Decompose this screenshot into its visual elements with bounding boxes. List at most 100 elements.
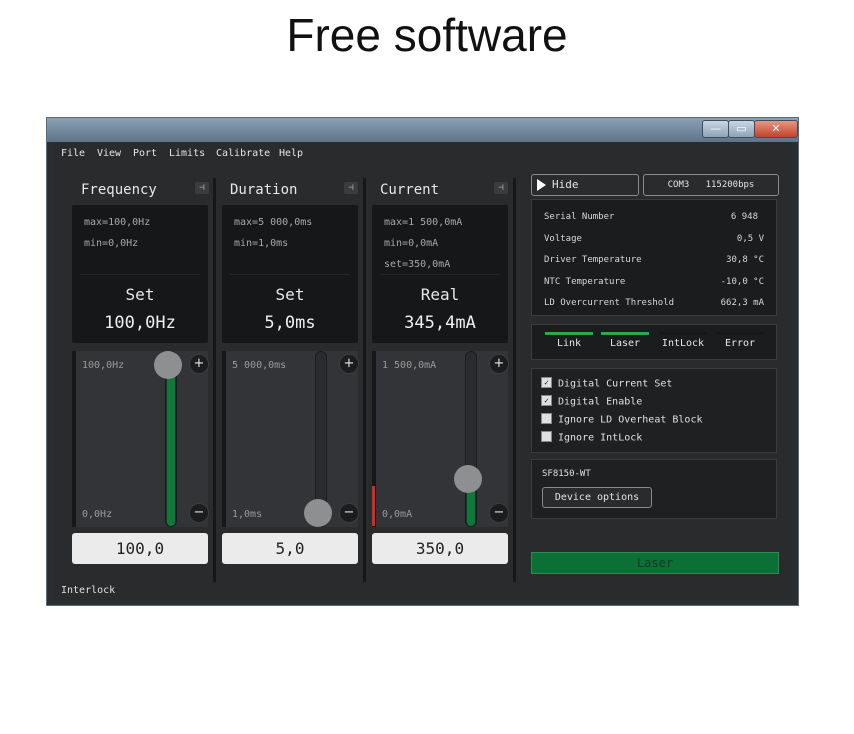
panel-title: Current [380, 182, 440, 198]
increase-button[interactable]: + [489, 354, 509, 374]
mode-label: Real [420, 285, 460, 304]
device-options-button[interactable]: Device options [542, 487, 652, 508]
info-value: -10,0 °C [720, 277, 764, 287]
column-separator [213, 178, 216, 582]
option-ignore-intlock[interactable]: Ignore IntLock [541, 431, 643, 444]
max-limit: max=100,0Hz [84, 217, 151, 228]
slider-fill [467, 488, 475, 526]
option-label: Digital Current Set [558, 378, 673, 390]
hide-controls-button[interactable]: Hide controls [531, 174, 639, 211]
scale-min-label: 0,0mA [382, 509, 413, 520]
status-bar-text: Interlock [61, 585, 116, 596]
duration-info-box: max=5 000,0ms min=1,0ms Set 5,0ms [222, 205, 358, 343]
status-label: Error [724, 338, 756, 349]
decrease-button[interactable]: − [489, 503, 509, 523]
column-separator [513, 178, 516, 582]
laser-button[interactable]: Laser [531, 552, 779, 574]
status-label: IntLock [661, 338, 705, 349]
menu-calibrate[interactable]: Calibrate [216, 148, 270, 159]
close-button[interactable]: ✕ [754, 120, 798, 138]
display-value: 5,0ms [264, 313, 316, 333]
menu-help[interactable]: Help [279, 148, 303, 159]
status-laser: Laser [599, 332, 651, 356]
option-ignore-ld-overheat[interactable]: Ignore LD Overheat Block [541, 413, 703, 426]
current-info-box: max=1 500,0mA min=0,0mA set=350,0mA Real… [372, 205, 508, 343]
info-value: 30,8 °C [726, 255, 764, 265]
slider-track[interactable] [465, 351, 477, 527]
frequency-slider: 100,0Hz 0,0Hz + − [72, 351, 209, 527]
slider-thumb[interactable] [154, 351, 182, 379]
scale-min-label: 0,0Hz [82, 509, 113, 520]
checkbox-icon[interactable] [541, 431, 552, 442]
info-label: Serial Number [544, 212, 615, 222]
pin-icon[interactable]: ⊣ [344, 182, 358, 194]
slide-title: Free software [286, 9, 568, 61]
slider-fill [167, 366, 175, 526]
option-digital-current-set[interactable]: ✓ Digital Current Set [541, 377, 673, 390]
port-button[interactable]: COM3 115200bps [643, 174, 779, 196]
duration-input[interactable]: 5,0 [222, 533, 358, 564]
mode-label: Set [125, 285, 155, 304]
max-limit: max=1 500,0mA [384, 217, 463, 228]
pin-icon[interactable]: ⊣ [494, 182, 508, 194]
device-model: SF8150-WT [542, 469, 591, 479]
status-label: Link [556, 338, 582, 349]
status-light [601, 332, 649, 335]
status-intlock: IntLock [657, 332, 709, 356]
option-label: Ignore LD Overheat Block [558, 414, 703, 426]
current-slider: 1 500,0mA 0,0mA + − [372, 351, 509, 527]
info-label: NTC Temperature [544, 277, 626, 287]
maximize-button[interactable]: ▭ [728, 120, 755, 138]
info-value: 0,5 V [736, 234, 764, 244]
status-link: Link [543, 332, 595, 356]
set-value: set=350,0mA [384, 259, 451, 270]
real-current-indicator [372, 486, 375, 526]
menu-view[interactable]: View [97, 148, 121, 159]
divider [230, 274, 350, 275]
panel-title: Duration [230, 182, 298, 198]
menu-port[interactable]: Port [133, 148, 157, 159]
frequency-info-box: max=100,0Hz min=0,0Hz Set 100,0Hz [72, 205, 208, 343]
checkbox-icon[interactable]: ✓ [541, 395, 552, 406]
status-light [659, 332, 707, 335]
slider-edge [222, 351, 226, 527]
display-value: 345,4mA [404, 313, 476, 333]
pin-icon[interactable]: ⊣ [195, 182, 209, 194]
option-label: Digital Enable [558, 396, 643, 408]
slider-thumb[interactable] [454, 465, 482, 493]
info-label: Voltage [544, 234, 582, 244]
title-bar: — ▭ ✕ [47, 118, 798, 142]
scale-max-label: 100,0Hz [82, 360, 125, 371]
play-icon [537, 179, 546, 191]
device-info-panel: Serial Number 6 948 Voltage 0,5 V Driver… [531, 199, 777, 316]
menu-limits[interactable]: Limits [169, 148, 205, 159]
minimize-button[interactable]: — [702, 120, 729, 138]
mode-label: Set [275, 285, 305, 304]
slider-thumb[interactable] [304, 499, 332, 527]
increase-button[interactable]: + [339, 354, 359, 374]
device-panel: SF8150-WT Device options [531, 459, 777, 519]
option-label: Ignore IntLock [558, 432, 643, 444]
menu-file[interactable]: File [61, 148, 85, 159]
frequency-input[interactable]: 100,0 [72, 533, 208, 564]
checkbox-icon[interactable] [541, 413, 552, 424]
min-limit: min=1,0ms [234, 238, 289, 249]
decrease-button[interactable]: − [339, 503, 359, 523]
info-label: Driver Temperature [544, 255, 642, 265]
options-panel: ✓ Digital Current Set ✓ Digital Enable Ign… [531, 368, 777, 453]
scale-min-label: 1,0ms [232, 509, 263, 520]
decrease-button[interactable]: − [189, 503, 209, 523]
min-limit: min=0,0mA [384, 238, 439, 249]
info-label: LD Overcurrent Threshold [544, 298, 675, 308]
info-value: 6 948 [730, 212, 758, 222]
divider [380, 274, 500, 275]
app-window: — ▭ ✕ File View Port Limits Calibrate He… [46, 117, 799, 606]
scale-max-label: 5 000,0ms [232, 360, 287, 371]
increase-button[interactable]: + [189, 354, 209, 374]
info-value: 662,3 mA [720, 298, 764, 308]
current-input[interactable]: 350,0 [372, 533, 508, 564]
min-limit: min=0,0Hz [84, 238, 139, 249]
status-label: Laser [609, 338, 641, 349]
option-digital-enable[interactable]: ✓ Digital Enable [541, 395, 643, 408]
checkbox-icon[interactable]: ✓ [541, 377, 552, 388]
